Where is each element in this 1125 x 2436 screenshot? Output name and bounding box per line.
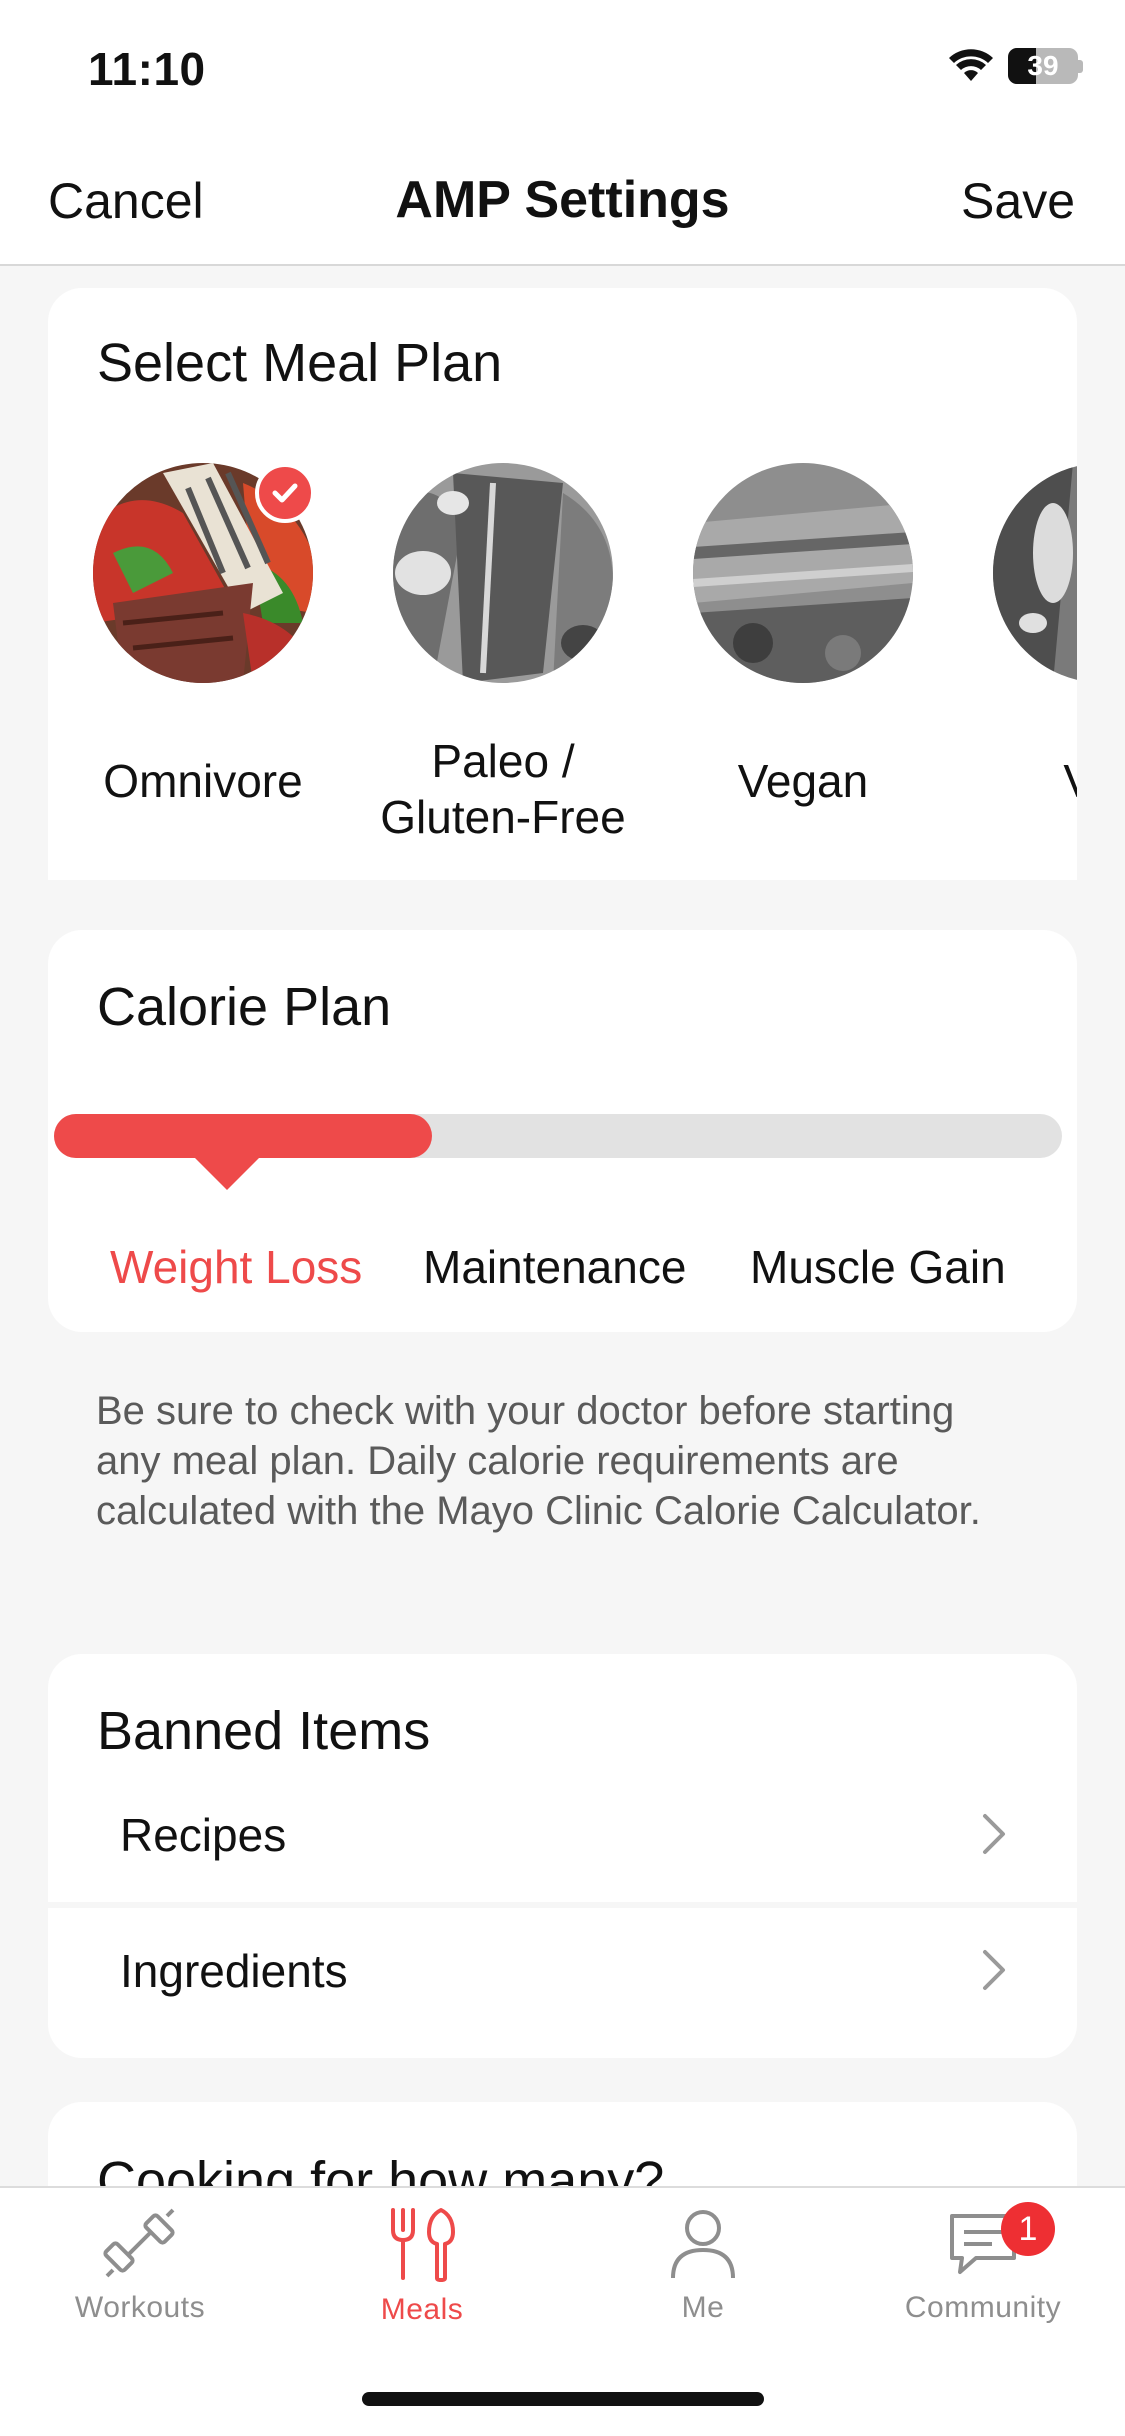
- cooking-for-title: Cooking for how many?: [97, 2151, 665, 2186]
- row-label: Recipes: [120, 1809, 287, 1861]
- vegan-photo: [693, 463, 913, 683]
- calorie-plan-slider[interactable]: [54, 1114, 1062, 1158]
- home-indicator: [362, 2392, 764, 2406]
- tab-label: Meals: [380, 2293, 464, 2326]
- person-icon: [671, 2210, 735, 2279]
- wifi-icon: [949, 49, 993, 81]
- meal-plan-title: Select Meal Plan: [97, 333, 503, 393]
- save-button[interactable]: Save: [961, 172, 1075, 230]
- calorie-plan-card: Calorie Plan Weight Loss Maintenance Mus…: [48, 930, 1077, 1332]
- paleo-photo: [393, 463, 613, 683]
- banned-items-card: Banned Items Recipes Ingredients: [48, 1654, 1077, 2058]
- meal-option-label: Vegan: [737, 755, 869, 807]
- navigation-bar: Cancel AMP Settings Save: [0, 140, 1125, 266]
- calorie-option-weight-loss[interactable]: Weight Loss: [110, 1240, 362, 1294]
- row-label: Ingredients: [120, 1945, 348, 1997]
- omnivore-photo: [93, 463, 315, 683]
- dumbbell-icon: [103, 2208, 175, 2278]
- battery-level: 39: [1027, 50, 1059, 81]
- battery-icon: 39: [1008, 48, 1083, 84]
- meal-option-label: Omnivore: [103, 755, 303, 807]
- status-time: 11:10: [88, 43, 206, 95]
- calorie-plan-title: Calorie Plan: [97, 977, 392, 1037]
- slider-fill: [54, 1114, 432, 1158]
- tab-meals[interactable]: Meals: [282, 2206, 562, 2327]
- meal-option-vegan[interactable]: Vegan: [653, 463, 953, 807]
- calorie-option-maintenance[interactable]: Maintenance: [423, 1240, 686, 1294]
- tab-community[interactable]: 1 Community: [843, 2202, 1123, 2325]
- calorie-disclaimer: Be sure to check with your doctor before…: [96, 1389, 981, 1533]
- page-title: AMP Settings: [395, 171, 730, 229]
- meal-option-label: Veg: [953, 753, 1077, 809]
- settings-scroll-view[interactable]: Select Meal Plan Omnivore Paleo / Gluten…: [0, 268, 1125, 2186]
- vegetarian-photo: [993, 463, 1077, 683]
- tab-me[interactable]: Me: [563, 2206, 843, 2325]
- status-icons: 39: [948, 48, 1083, 84]
- status-bar: 11:10 39: [0, 0, 1125, 140]
- banned-recipes-row[interactable]: Recipes: [48, 1772, 1077, 1898]
- tab-label: Me: [681, 2291, 725, 2324]
- selected-check-icon: [255, 463, 315, 523]
- chevron-right-icon: [983, 1814, 1005, 1854]
- calorie-option-muscle-gain[interactable]: Muscle Gain: [750, 1240, 1006, 1294]
- meal-option-paleo[interactable]: Paleo / Gluten-Free: [353, 463, 653, 843]
- fork-knife-icon: [391, 2208, 455, 2282]
- banned-ingredients-row[interactable]: Ingredients: [48, 1908, 1077, 2034]
- tab-label: Workouts: [74, 2291, 206, 2324]
- meal-option-vegetarian[interactable]: Veg: [953, 463, 1077, 807]
- cooking-for-card: Cooking for how many?: [48, 2102, 1077, 2186]
- tab-workouts[interactable]: Workouts: [0, 2206, 280, 2325]
- meal-option-omnivore[interactable]: Omnivore: [53, 463, 353, 807]
- meal-plan-card: Select Meal Plan Omnivore Paleo / Gluten…: [48, 288, 1077, 880]
- tab-label: Community: [904, 2291, 1062, 2324]
- slider-pointer: [193, 1156, 261, 1190]
- chevron-right-icon: [983, 1950, 1005, 1990]
- meal-option-label: Paleo / Gluten-Free: [380, 735, 626, 843]
- notification-badge: 1: [1001, 2202, 1055, 2256]
- banned-items-title: Banned Items: [97, 1701, 431, 1761]
